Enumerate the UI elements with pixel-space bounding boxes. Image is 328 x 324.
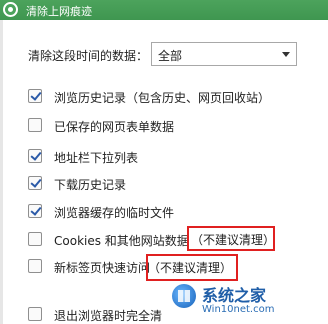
checkbox-cookies[interactable] <box>28 232 42 246</box>
option-label: 退出浏览器时完全清 <box>54 309 163 323</box>
watermark-url: Win10net.com <box>202 304 275 315</box>
option-label: 地址栏下拉列表 <box>54 151 139 165</box>
chevron-down-icon[interactable] <box>282 52 290 57</box>
option-label: 浏览器缓存的临时文件 <box>54 206 175 220</box>
watermark-title: 系统之家 <box>202 286 267 305</box>
option-label: 浏览历史记录（包含历史、网页回收站） <box>54 91 271 105</box>
checkbox-cache[interactable] <box>28 204 42 218</box>
option-label: 已保存的网页表单数据 <box>54 120 175 134</box>
checkbox-browsing-history[interactable] <box>28 89 42 103</box>
option-address-bar[interactable]: 地址栏下拉列表 <box>28 148 318 166</box>
option-label: 新标签页快速访问 <box>54 261 151 275</box>
checkbox-new-tab[interactable] <box>28 259 42 273</box>
option-download-history[interactable]: 下载历史记录 <box>28 175 318 193</box>
time-range-select[interactable]: 全部 <box>151 42 297 66</box>
option-label: 下载历史记录 <box>54 178 127 192</box>
checkbox-clear-on-exit[interactable] <box>28 307 42 321</box>
option-label: Cookies 和其他网站数据 <box>54 234 189 248</box>
checkbox-form-data[interactable] <box>28 118 42 132</box>
checkbox-address-bar[interactable] <box>28 149 42 163</box>
title-bar: 清除上网痕迹 <box>0 0 328 20</box>
watermark: 系统之家 Win10net.com <box>168 270 328 324</box>
time-range-value: 全部 <box>158 49 183 63</box>
option-cache[interactable]: 浏览器缓存的临时文件 <box>28 203 318 221</box>
option-form-data[interactable]: 已保存的网页表单数据 <box>28 117 318 135</box>
window-title: 清除上网痕迹 <box>26 5 92 18</box>
time-range-label: 清除这段时间的数据： <box>28 49 149 63</box>
option-browsing-history[interactable]: 浏览历史记录（包含历史、网页回收站） <box>28 88 318 106</box>
app-logo-icon <box>3 2 18 17</box>
watermark-logo-icon <box>172 284 196 308</box>
checkbox-download-history[interactable] <box>28 176 42 190</box>
window-left-border <box>0 20 3 324</box>
not-recommended-note: （不建议清理） <box>191 233 276 247</box>
